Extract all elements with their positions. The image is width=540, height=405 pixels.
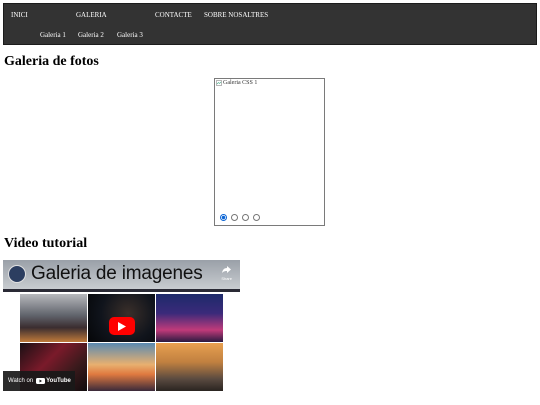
share-label: Share xyxy=(221,276,232,281)
channel-avatar[interactable] xyxy=(8,265,26,283)
play-icon xyxy=(118,321,126,331)
youtube-logo: YouTube xyxy=(36,378,71,384)
slide-radio-4[interactable] xyxy=(253,214,260,221)
slide-radio-2[interactable] xyxy=(231,214,238,221)
submenu-item-galeria-1[interactable]: Galeria 1 xyxy=(40,31,66,39)
slide-selector xyxy=(220,214,260,221)
broken-image-icon xyxy=(216,80,222,86)
gallery-heading: Galeria de fotos xyxy=(4,54,99,69)
share-button[interactable]: Share xyxy=(221,266,232,282)
nav-item-contacte[interactable]: CONTACTE xyxy=(155,11,192,19)
youtube-label: YouTube xyxy=(46,378,71,384)
nav-item-inici[interactable]: INICI xyxy=(11,11,28,19)
thumb-skyline-blue xyxy=(156,294,223,342)
play-button[interactable] xyxy=(109,317,135,335)
video-heading: Video tutorial xyxy=(4,236,88,251)
video-thumbnail-title: Galeria de imagenes xyxy=(31,263,203,284)
submenu-item-galeria-3[interactable]: Galeria 3 xyxy=(117,31,143,39)
thumb-city-sunset xyxy=(156,343,223,391)
main-nav: INICI GALERIA CONTACTE SOBRE NOSALTRES G… xyxy=(3,3,537,45)
thumb-city-night xyxy=(20,294,87,342)
slide-radio-1[interactable] xyxy=(220,214,227,221)
watch-on-label: Watch on xyxy=(8,378,34,384)
thumb-sunset xyxy=(88,343,155,391)
nav-item-galeria[interactable]: GALERIA xyxy=(76,11,107,19)
youtube-embed[interactable]: Galeria de imagenes Share Watch on YouTu… xyxy=(3,260,240,391)
nav-item-sobre-nosaltres[interactable]: SOBRE NOSALTRES xyxy=(204,11,268,19)
gallery-slider: Galeria CSS 1 xyxy=(214,78,325,226)
slide-radio-3[interactable] xyxy=(242,214,249,221)
gallery-image: Galeria CSS 1 xyxy=(216,80,257,86)
submenu-item-galeria-2[interactable]: Galeria 2 xyxy=(78,31,104,39)
watch-on-youtube-button[interactable]: Watch on YouTube xyxy=(3,371,75,391)
share-icon xyxy=(222,266,232,273)
youtube-icon xyxy=(36,378,46,384)
gallery-image-alt: Galeria CSS 1 xyxy=(223,80,258,86)
